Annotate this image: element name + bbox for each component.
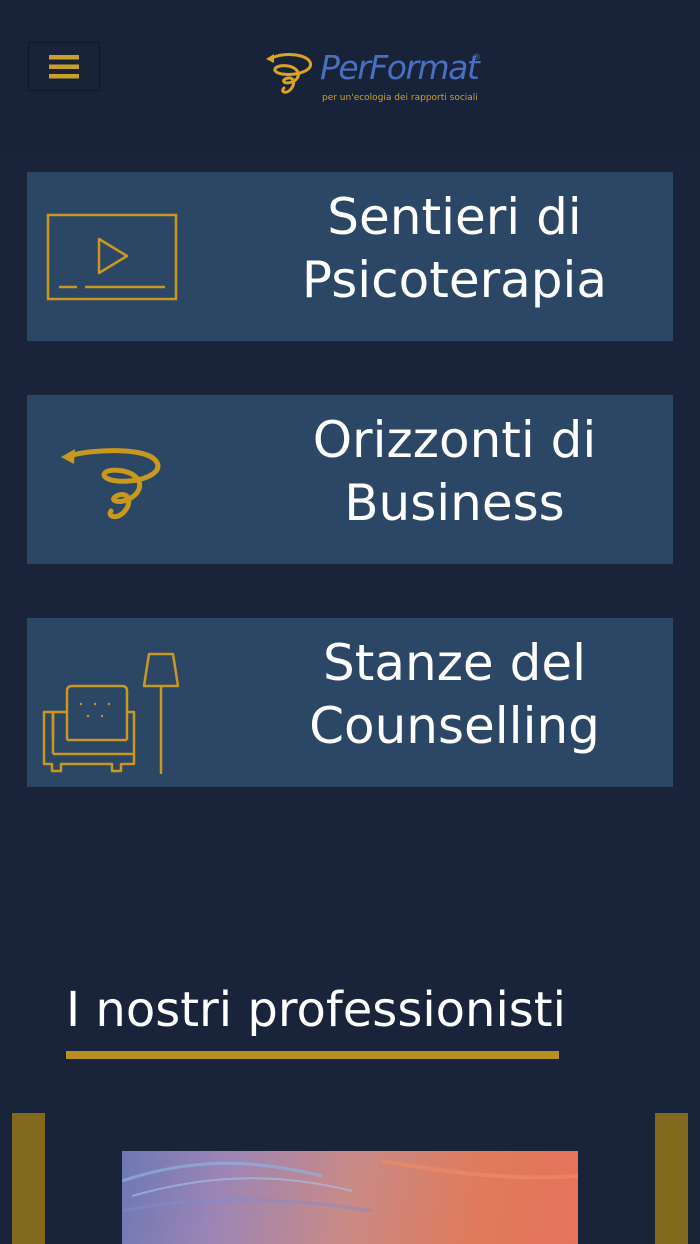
heading-underline bbox=[66, 1051, 559, 1059]
performat-logo[interactable]: PerFormat ® per un'ecologia dei rapporti… bbox=[262, 48, 482, 106]
section-title: Stanze del Counselling bbox=[309, 634, 600, 755]
professionals-heading: I nostri professionisti bbox=[66, 982, 566, 1038]
photo-brushstrokes bbox=[122, 1159, 578, 1213]
logo-wordmark: PerFormat bbox=[320, 48, 480, 87]
menu-button[interactable] bbox=[28, 42, 100, 91]
video-player-icon bbox=[46, 213, 178, 301]
swirl-logo-icon bbox=[266, 53, 313, 94]
section-title: Orizzonti di Business bbox=[312, 411, 597, 532]
swirl-icon bbox=[61, 448, 161, 520]
professional-photo[interactable] bbox=[122, 1151, 578, 1244]
section-title: Sentieri di Psicoterapia bbox=[301, 188, 608, 309]
section-card-business[interactable]: Orizzonti di Business bbox=[27, 395, 673, 564]
app-header: PerFormat ® per un'ecologia dei rapporti… bbox=[0, 0, 700, 152]
hamburger-menu-icon bbox=[49, 54, 79, 78]
logo-registered-mark: ® bbox=[472, 53, 481, 63]
armchair-lamp-icon bbox=[42, 652, 180, 774]
section-card-psicoterapia[interactable]: Sentieri di Psicoterapia bbox=[27, 172, 673, 341]
section-card-counselling[interactable]: Stanze del Counselling bbox=[27, 618, 673, 787]
logo-tagline: per un'ecologia dei rapporti sociali bbox=[322, 93, 478, 103]
carousel-prev-button[interactable] bbox=[12, 1113, 45, 1244]
carousel-next-button[interactable] bbox=[655, 1113, 688, 1244]
